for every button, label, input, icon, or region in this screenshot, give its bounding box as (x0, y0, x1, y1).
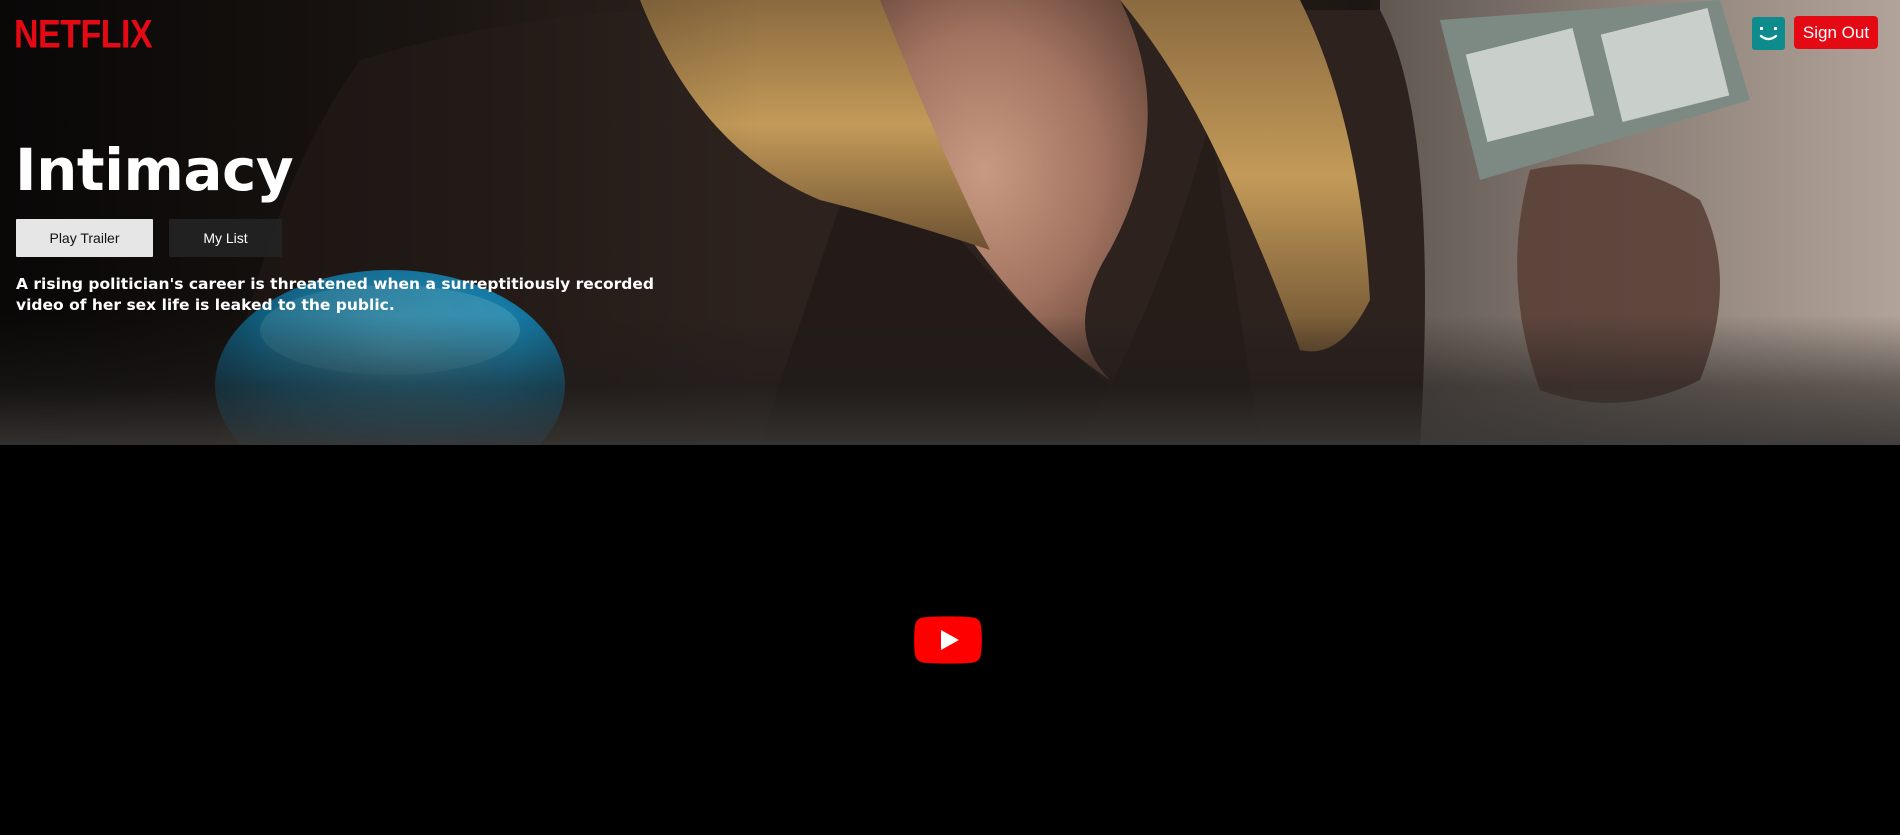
title-description: A rising politician's career is threaten… (16, 275, 654, 314)
app-page: NETFLIX Sign Out Intimacy Play Trailer M… (0, 0, 1900, 835)
netflix-logo[interactable]: NETFLIX (14, 12, 153, 58)
play-trailer-button[interactable]: Play Trailer (16, 219, 153, 257)
sign-out-button[interactable]: Sign Out (1794, 16, 1878, 49)
my-list-button[interactable]: My List (169, 219, 282, 257)
hero-banner (0, 0, 1900, 445)
smiley-face-icon (1759, 27, 1778, 41)
page-title: Intimacy (15, 136, 294, 204)
hero-bottom-fade (0, 315, 1900, 445)
avatar[interactable] (1752, 17, 1785, 50)
youtube-play-icon[interactable] (914, 616, 982, 664)
